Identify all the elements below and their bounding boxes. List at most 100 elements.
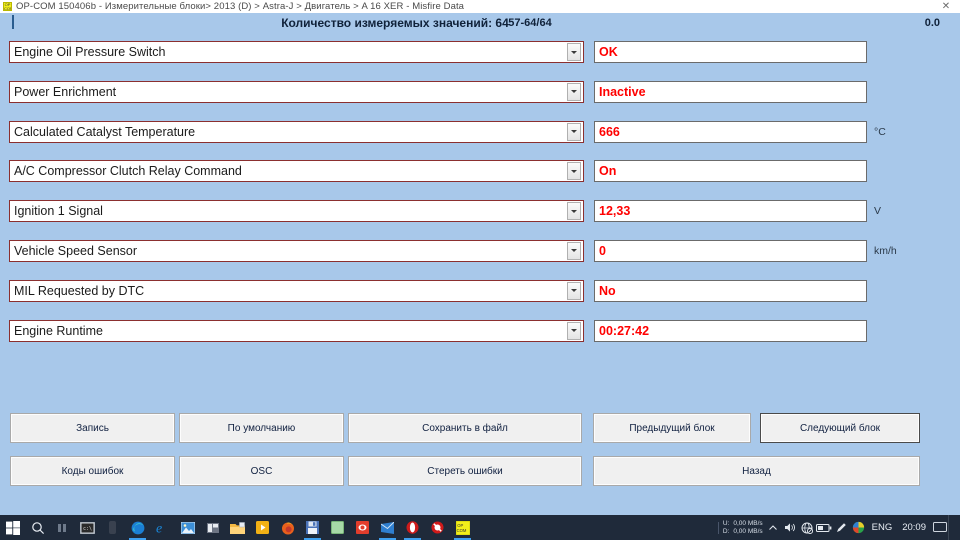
net-upload-rate: 0,00 MB/s [733, 519, 763, 527]
opcom-icon: OPCOM [3, 2, 12, 11]
taskbar-app-edge[interactable] [125, 515, 150, 540]
graphics-icon[interactable] [850, 515, 867, 540]
parameter-select-6[interactable]: MIL Requested by DTC [9, 279, 584, 302]
parameter-value: 0 [599, 243, 606, 258]
taskbar-app-opera[interactable] [400, 515, 425, 540]
parameter-row: Engine Oil Pressure Switch OK [0, 38, 960, 78]
parameter-value-box-7: 00:27:42 [594, 319, 867, 342]
svg-text:e: e [156, 522, 162, 536]
parameter-value: OK [599, 45, 618, 59]
svg-text:COM: COM [456, 528, 466, 533]
parameter-select-0[interactable]: Engine Oil Pressure Switch [9, 41, 584, 63]
parameter-label: MIL Requested by DTC [14, 283, 145, 298]
taskbar-app-blocked[interactable] [425, 515, 450, 540]
taskbar-items: c:\ e OP COM [0, 515, 475, 540]
parameter-value: No [599, 283, 616, 298]
network-icon[interactable] [799, 515, 816, 540]
start-icon[interactable] [0, 515, 25, 540]
taskbar-app-office[interactable] [200, 515, 225, 540]
parameter-select-4[interactable]: Ignition 1 Signal [9, 200, 584, 223]
parameter-row: Vehicle Speed Sensor 0 km/h [0, 237, 960, 277]
parameter-value-box-4: 12,33 [594, 200, 867, 223]
taskbar-app-save[interactable] [300, 515, 325, 540]
header-value: 0.0 [924, 17, 940, 29]
chevron-down-icon[interactable] [567, 43, 581, 61]
clear-errors-button[interactable]: Стереть ошибки [348, 456, 582, 486]
parameter-unit: km/h [874, 244, 897, 257]
next-block-button[interactable]: Следующий блок [760, 413, 920, 443]
language-indicator[interactable]: ENG [867, 515, 898, 540]
chevron-down-icon[interactable] [567, 82, 581, 101]
taskbar-tray: U: D: 0,00 MB/s 0,00 MB/s ENG 20:09 [715, 515, 960, 540]
taskbar-app-photos[interactable] [175, 515, 200, 540]
taskbar-app-opcom[interactable]: OP COM [450, 515, 475, 540]
show-desktop-button[interactable] [948, 515, 960, 540]
net-upload-label: U: [722, 519, 730, 527]
parameter-select-3[interactable]: A/C Compressor Clutch Relay Command [9, 160, 584, 183]
back-button[interactable]: Назад [593, 456, 920, 486]
chevron-down-icon[interactable] [567, 122, 581, 141]
volume-icon[interactable] [782, 515, 799, 540]
pen-icon[interactable] [833, 515, 850, 540]
parameter-select-1[interactable]: Power Enrichment [9, 80, 584, 103]
parameter-value: On [599, 164, 617, 179]
tray-divider [715, 515, 723, 540]
close-icon[interactable]: ✕ [938, 1, 954, 12]
parameter-unit: °C [874, 125, 886, 138]
window-title: OP-COM 150406b - Измерительные блоки> 20… [16, 1, 465, 12]
taskbar-app-firefox[interactable] [275, 515, 300, 540]
taskbar-app-mail[interactable] [375, 515, 400, 540]
parameter-row: Ignition 1 Signal 12,33 V [0, 197, 960, 237]
parameter-row: MIL Requested by DTC No [0, 277, 960, 317]
battery-icon[interactable] [816, 515, 833, 540]
net-download-rate: 0,00 MB/s [733, 527, 763, 535]
taskbar-app-media-player[interactable] [250, 515, 275, 540]
parameter-value-box-1: Inactive [594, 80, 867, 103]
net-download-label: D: [722, 527, 730, 535]
parameter-rows: Engine Oil Pressure Switch OK Power Enri… [0, 38, 960, 356]
chevron-down-icon[interactable] [567, 202, 581, 221]
search-icon[interactable] [25, 515, 50, 540]
parameter-value: 00:27:42 [599, 323, 650, 338]
window-titlebar: OPCOM OP-COM 150406b - Измерительные бло… [0, 0, 960, 13]
chevron-down-icon[interactable] [567, 281, 581, 300]
parameter-row: Power Enrichment Inactive [0, 78, 960, 118]
default-button[interactable]: По умолчанию [179, 413, 344, 443]
chevron-down-icon[interactable] [567, 162, 581, 181]
parameter-value-box-2: 666 [594, 120, 867, 143]
taskbar-app-notepad[interactable] [325, 515, 350, 540]
parameter-value-box-0: OK [594, 41, 867, 63]
notification-center-icon[interactable] [931, 515, 948, 540]
parameter-select-5[interactable]: Vehicle Speed Sensor [9, 239, 584, 262]
previous-block-button[interactable]: Предыдущий блок [593, 413, 751, 443]
parameter-select-7[interactable]: Engine Runtime [9, 319, 584, 342]
parameter-label: A/C Compressor Clutch Relay Command [14, 164, 242, 179]
taskbar-app-file-explorer[interactable] [225, 515, 250, 540]
parameter-label: Ignition 1 Signal [14, 204, 103, 219]
chevron-down-icon[interactable] [567, 241, 581, 260]
taskbar-app-red[interactable] [350, 515, 375, 540]
parameter-row: Calculated Catalyst Temperature 666 °C [0, 118, 960, 158]
error-codes-button[interactable]: Коды ошибок [10, 456, 175, 486]
parameter-label: Engine Oil Pressure Switch [14, 45, 166, 59]
parameter-select-2[interactable]: Calculated Catalyst Temperature [9, 120, 584, 143]
parameter-label: Engine Runtime [14, 323, 103, 338]
parameter-value-box-6: No [594, 279, 867, 302]
task-view-icon[interactable] [50, 515, 75, 540]
taskbar-app-cmd[interactable]: c:\ [75, 515, 100, 540]
parameter-row: Engine Runtime 00:27:42 [0, 317, 960, 357]
windows-taskbar: c:\ e OP COM U: D: 0,00 MB/s 0,00 MB/s E… [0, 515, 960, 540]
chevron-up-icon[interactable] [765, 515, 782, 540]
parameter-value: 666 [599, 124, 620, 139]
parameter-value: 12,33 [599, 204, 631, 219]
taskbar-app-internet-explorer[interactable]: e [150, 515, 175, 540]
clock[interactable]: 20:09 [897, 515, 931, 540]
parameter-value: Inactive [599, 84, 646, 99]
record-button[interactable]: Запись [10, 413, 175, 443]
network-speed-indicator[interactable]: U: D: 0,00 MB/s 0,00 MB/s [723, 520, 763, 536]
chevron-down-icon[interactable] [567, 321, 581, 340]
parameter-label: Calculated Catalyst Temperature [14, 124, 196, 139]
osc-button[interactable]: OSC [179, 456, 344, 486]
save-to-file-button[interactable]: Сохранить в файл [348, 413, 582, 443]
taskbar-app-dark[interactable] [100, 515, 125, 540]
